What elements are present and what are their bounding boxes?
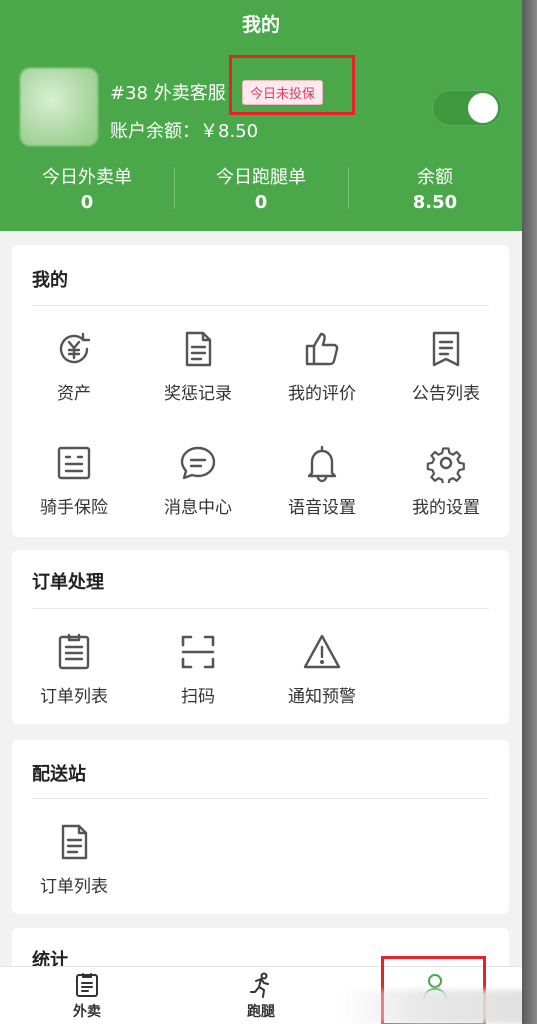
insurance-icon: [54, 443, 94, 483]
grid-item-label: 消息中心: [164, 498, 232, 518]
gear-icon: [426, 443, 466, 486]
order-processing-section: 订单处理 订单列表 扫码 通知预警: [12, 550, 509, 724]
grid-item-order-list[interactable]: 订单列表: [12, 632, 136, 707]
toggle-knob: [468, 93, 498, 123]
app-screen: 我的 #38 外卖客服 今日未投保 账户余额：￥8.50 今日外卖单 0 今日跑…: [0, 0, 522, 1024]
notice-list-icon: [426, 329, 466, 369]
section-title: 订单处理: [32, 572, 104, 593]
grid-item-insurance[interactable]: 骑手保险: [12, 443, 136, 518]
grid-item-label: 奖惩记录: [164, 384, 232, 404]
section-title: 我的: [32, 270, 68, 291]
grid-item-messages[interactable]: 消息中心: [136, 443, 260, 518]
mine-section: 我的 资产 奖惩记录 我的评价 公告列表 骑手保险 消息中心 语音设置 我的设置: [12, 245, 509, 537]
stat-balance[interactable]: 余额 8.50: [348, 163, 522, 213]
scan-icon: [178, 632, 218, 672]
warning-icon: [302, 632, 342, 672]
grid-item-label: 骑手保险: [40, 498, 108, 518]
tab-label: 跑腿: [247, 1004, 275, 1020]
stat-value: 8.50: [412, 192, 458, 213]
watermark: [340, 990, 522, 1024]
delivery-station-section: 配送站 订单列表: [12, 740, 509, 914]
grid-item-voice-settings[interactable]: 语音设置: [260, 443, 384, 518]
tab-label: 外卖: [73, 1004, 101, 1020]
shop-name: #38 外卖客服: [110, 83, 226, 104]
stat-errand-orders[interactable]: 今日跑腿单 0: [174, 163, 348, 213]
stat-label: 今日外卖单: [42, 167, 132, 188]
chat-bubble-icon: [178, 443, 218, 483]
divider: [32, 798, 489, 799]
grid-item-scan[interactable]: 扫码: [136, 632, 260, 707]
document-icon: [178, 329, 218, 369]
grid-item-notices[interactable]: 公告列表: [384, 329, 508, 404]
stat-label: 今日跑腿单: [216, 167, 306, 188]
thumbs-up-icon: [302, 329, 342, 369]
clipboard-list-icon: [54, 632, 94, 672]
account-balance: 账户余额：￥8.50: [110, 121, 259, 142]
grid-item-station-order-list[interactable]: 订单列表: [12, 822, 136, 897]
online-toggle[interactable]: [432, 90, 502, 126]
grid-item-reviews[interactable]: 我的评价: [260, 329, 384, 404]
divider: [32, 305, 489, 306]
screen-edge: [522, 0, 537, 1024]
grid-item-label: 我的评价: [288, 384, 356, 404]
profile-header: 我的 #38 外卖客服 今日未投保 账户余额：￥8.50 今日外卖单 0 今日跑…: [0, 0, 522, 231]
yen-refresh-icon: [54, 329, 94, 369]
grid-item-alerts[interactable]: 通知预警: [260, 632, 384, 707]
grid-item-label: 公告列表: [412, 384, 480, 404]
tab-errand[interactable]: 跑腿: [174, 967, 348, 1024]
avatar[interactable]: [20, 68, 98, 146]
badge-highlight-box: [229, 55, 355, 115]
grid-item-label: 资产: [57, 384, 91, 404]
grid-item-label: 我的设置: [412, 498, 480, 518]
bell-icon: [302, 443, 342, 483]
stat-label: 余额: [417, 167, 453, 188]
grid-item-label: 语音设置: [288, 498, 356, 518]
grid-item-label: 订单列表: [40, 687, 108, 707]
page-title: 我的: [241, 14, 280, 36]
runner-icon: [247, 971, 275, 999]
grid-item-rewards[interactable]: 奖惩记录: [136, 329, 260, 404]
grid-item-label: 通知预警: [288, 687, 356, 707]
document-icon: [54, 822, 94, 862]
stat-value: 0: [80, 192, 94, 213]
stat-takeout-orders[interactable]: 今日外卖单 0: [0, 163, 174, 213]
grid-item-label: 扫码: [181, 687, 215, 707]
takeout-list-icon: [73, 971, 101, 999]
grid-item-assets[interactable]: 资产: [12, 329, 136, 404]
divider: [32, 608, 489, 609]
stats-row: 今日外卖单 0 今日跑腿单 0 余额 8.50: [0, 163, 522, 213]
grid-item-my-settings[interactable]: 我的设置: [384, 443, 508, 518]
tab-takeout[interactable]: 外卖: [0, 967, 174, 1024]
section-title: 配送站: [32, 764, 86, 785]
grid-item-label: 订单列表: [40, 877, 108, 897]
stat-value: 0: [254, 192, 268, 213]
